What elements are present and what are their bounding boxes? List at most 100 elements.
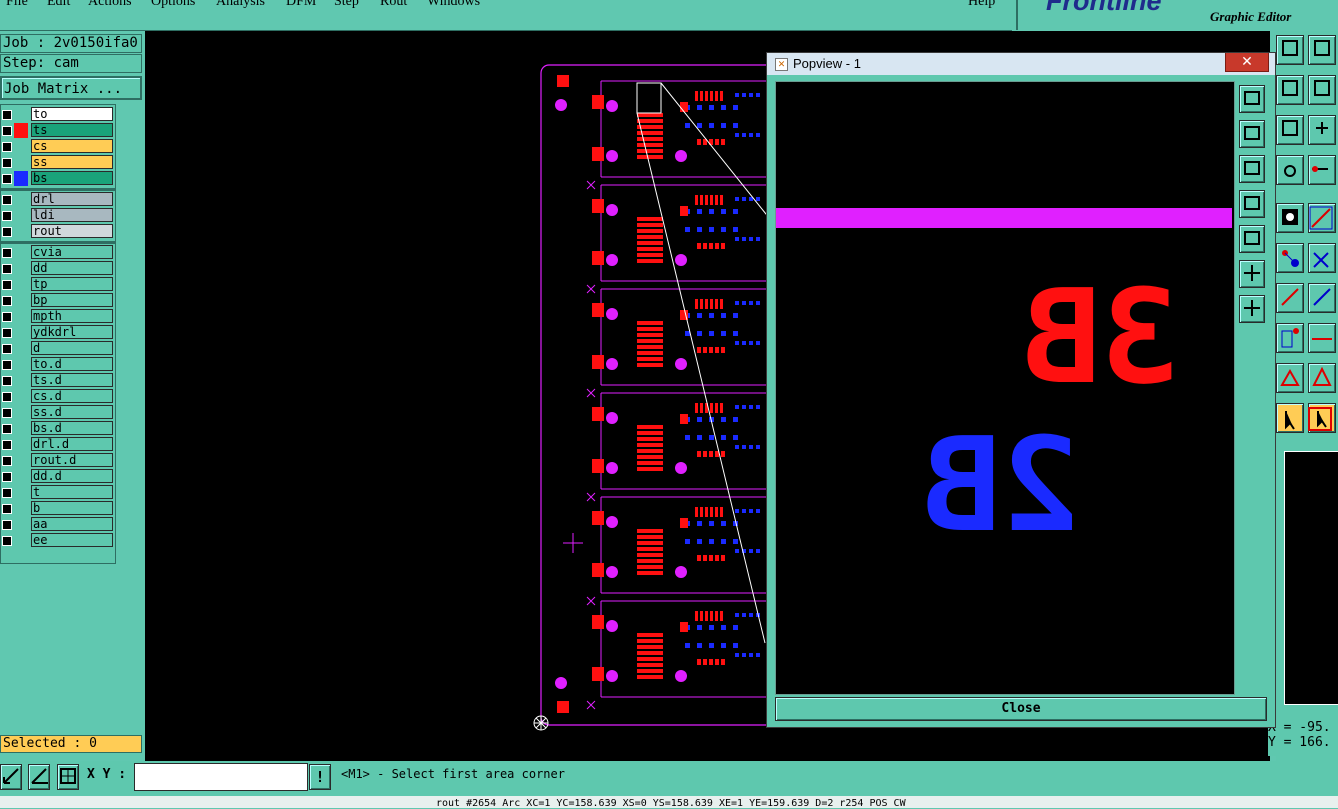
- layer-name[interactable]: mpth: [31, 309, 113, 323]
- layer-name[interactable]: cvia: [31, 245, 113, 259]
- tool-cross-icon[interactable]: [1308, 243, 1336, 273]
- tool-route-icon[interactable]: [1276, 283, 1304, 313]
- menu-actions[interactable]: Actions: [88, 0, 132, 10]
- popview-center-icon[interactable]: [1239, 295, 1265, 323]
- overview-map[interactable]: [1284, 451, 1338, 705]
- layer-checkbox[interactable]: [2, 472, 12, 482]
- layer-name[interactable]: bs.d: [31, 421, 113, 435]
- layer-name[interactable]: dd: [31, 261, 113, 275]
- cmd-alert-icon[interactable]: !: [309, 764, 331, 790]
- layer-row-ldi[interactable]: ldi: [1, 208, 115, 223]
- popview-close-button[interactable]: Close: [775, 697, 1267, 721]
- layer-name[interactable]: cs: [31, 139, 113, 153]
- layer-name[interactable]: ss: [31, 155, 113, 169]
- menu-step[interactable]: Step: [334, 0, 359, 10]
- tool-pad-icon[interactable]: [1276, 203, 1304, 233]
- layer-row-ee[interactable]: ee: [1, 533, 115, 548]
- layer-name[interactable]: cs.d: [31, 389, 113, 403]
- layer-row-drl-d[interactable]: drl.d: [1, 437, 115, 452]
- menu-windows[interactable]: Windows: [427, 0, 480, 10]
- layer-checkbox[interactable]: [2, 344, 12, 354]
- layer-checkbox[interactable]: [2, 264, 12, 274]
- layer-row-cs[interactable]: cs: [1, 139, 115, 154]
- layer-name[interactable]: ts.d: [31, 373, 113, 387]
- menu-edit[interactable]: Edit: [47, 0, 70, 10]
- popview-zoom-out-icon[interactable]: [1239, 120, 1265, 148]
- layer-checkbox[interactable]: [2, 248, 12, 258]
- layer-checkbox[interactable]: [2, 211, 12, 221]
- layer-name[interactable]: ydkdrl: [31, 325, 113, 339]
- layer-name[interactable]: ldi: [31, 208, 113, 222]
- tool-measure-icon[interactable]: [1308, 155, 1336, 185]
- layer-row-dd[interactable]: dd: [1, 261, 115, 276]
- layer-checkbox[interactable]: [2, 126, 12, 136]
- popview-pan-up-icon[interactable]: [1239, 155, 1265, 183]
- tool-snap-icon[interactable]: [1276, 155, 1304, 185]
- tool-frame2-icon[interactable]: [1308, 75, 1336, 105]
- layer-checkbox[interactable]: [2, 520, 12, 530]
- layer-checkbox[interactable]: [2, 142, 12, 152]
- layer-row-d[interactable]: d: [1, 341, 115, 356]
- layer-row-dd-d[interactable]: dd.d: [1, 469, 115, 484]
- tool-select-icon[interactable]: [1276, 403, 1304, 433]
- layer-name[interactable]: ss.d: [31, 405, 113, 419]
- tool-zoom-fit-icon[interactable]: [1308, 115, 1336, 145]
- layer-checkbox[interactable]: [2, 504, 12, 514]
- layer-row-ydkdrl[interactable]: ydkdrl: [1, 325, 115, 340]
- layer-checkbox[interactable]: [2, 408, 12, 418]
- layer-row-rout[interactable]: rout: [1, 224, 115, 239]
- tool-line-icon[interactable]: [1308, 203, 1336, 233]
- layer-row-cs-d[interactable]: cs.d: [1, 389, 115, 404]
- tool-polygon2-icon[interactable]: [1308, 363, 1336, 393]
- layer-name[interactable]: ts: [31, 123, 113, 137]
- popview-zoom-in-icon[interactable]: [1239, 85, 1265, 113]
- layer-row-ts-d[interactable]: ts.d: [1, 373, 115, 388]
- layer-checkbox[interactable]: [2, 392, 12, 402]
- cmd-zoom-icon[interactable]: [0, 764, 22, 790]
- menu-dfm[interactable]: DFM: [286, 0, 316, 10]
- layer-checkbox[interactable]: [2, 488, 12, 498]
- layer-name[interactable]: rout: [31, 224, 113, 238]
- cmd-measure-icon[interactable]: [28, 764, 50, 790]
- layer-name[interactable]: drl.d: [31, 437, 113, 451]
- menu-help[interactable]: Help: [968, 0, 995, 10]
- layer-row-tp[interactable]: tp: [1, 277, 115, 292]
- layer-checkbox[interactable]: [2, 195, 12, 205]
- layer-name[interactable]: to.d: [31, 357, 113, 371]
- layer-name[interactable]: bp: [31, 293, 113, 307]
- layer-name[interactable]: to: [31, 107, 113, 121]
- layer-checkbox[interactable]: [2, 110, 12, 120]
- tool-display-icon[interactable]: [1308, 35, 1336, 65]
- tool-add-pad-icon[interactable]: [1276, 323, 1304, 353]
- popview-pan-right-icon[interactable]: [1239, 225, 1265, 253]
- layer-row-bs[interactable]: bs: [1, 171, 115, 186]
- layer-checkbox[interactable]: [2, 376, 12, 386]
- tool-add-line-icon[interactable]: [1308, 323, 1336, 353]
- layer-row-bs-d[interactable]: bs.d: [1, 421, 115, 436]
- layer-checkbox[interactable]: [2, 424, 12, 434]
- menu-options[interactable]: Options: [151, 0, 195, 10]
- layer-row-b[interactable]: b: [1, 501, 115, 516]
- layer-name[interactable]: ee: [31, 533, 113, 547]
- layer-name[interactable]: bs: [31, 171, 113, 185]
- menu-file[interactable]: File: [6, 0, 28, 10]
- tool-polygon-icon[interactable]: [1276, 363, 1304, 393]
- layer-checkbox[interactable]: [2, 360, 12, 370]
- layer-row-to-d[interactable]: to.d: [1, 357, 115, 372]
- layer-row-bp[interactable]: bp: [1, 293, 115, 308]
- layer-checkbox[interactable]: [2, 328, 12, 338]
- layer-checkbox[interactable]: [2, 440, 12, 450]
- layer-name[interactable]: aa: [31, 517, 113, 531]
- popview-canvas[interactable]: 3B 2B: [775, 81, 1235, 695]
- tool-move-icon[interactable]: [1276, 35, 1304, 65]
- layer-name[interactable]: b: [31, 501, 113, 515]
- tool-net-icon[interactable]: [1276, 243, 1304, 273]
- layer-name[interactable]: t: [31, 485, 113, 499]
- layer-name[interactable]: d: [31, 341, 113, 355]
- layer-name[interactable]: dd.d: [31, 469, 113, 483]
- layer-row-ss-d[interactable]: ss.d: [1, 405, 115, 420]
- layer-row-t[interactable]: t: [1, 485, 115, 500]
- layer-row-ss[interactable]: ss: [1, 155, 115, 170]
- layer-row-cvia[interactable]: cvia: [1, 245, 115, 260]
- layer-checkbox[interactable]: [2, 280, 12, 290]
